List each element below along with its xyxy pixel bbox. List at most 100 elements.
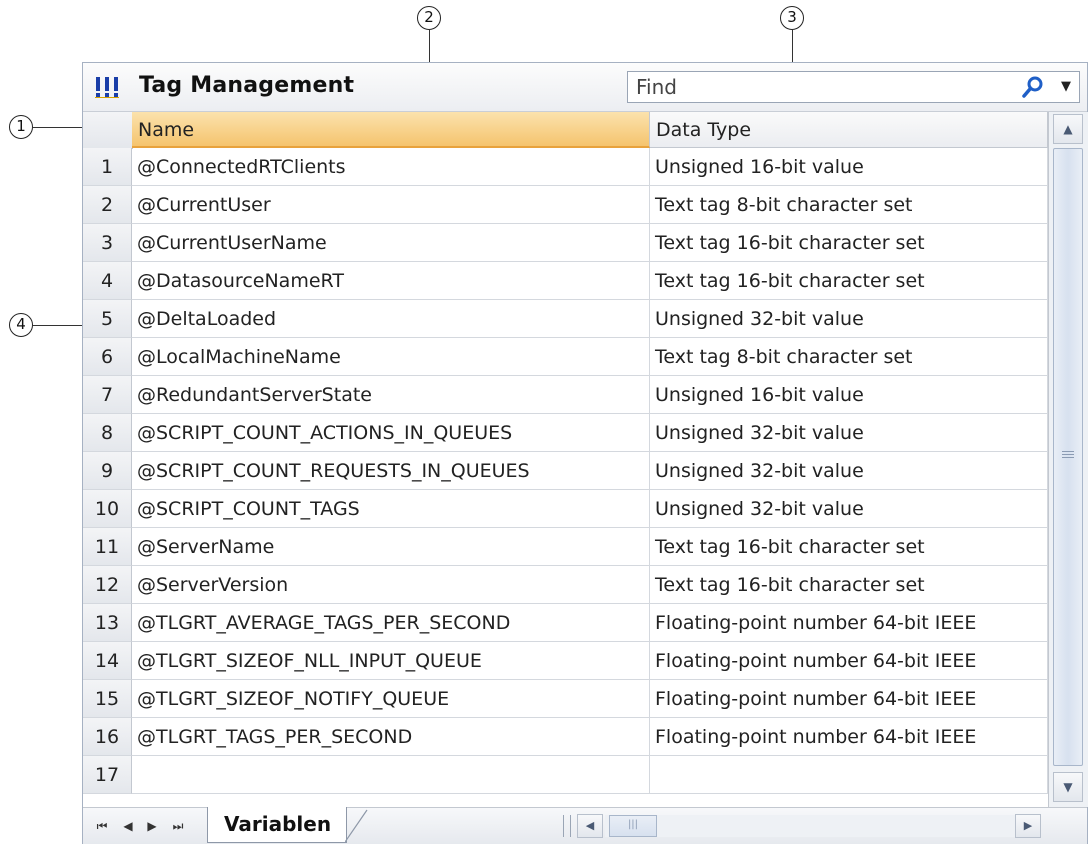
row-number[interactable]: 8 (83, 414, 132, 452)
table-row[interactable]: 13 @TLGRT_AVERAGE_TAGS_PER_SECOND Floati… (83, 604, 1048, 642)
cell-name[interactable]: @TLGRT_TAGS_PER_SECOND (132, 718, 650, 756)
table-row[interactable]: 16 @TLGRT_TAGS_PER_SECOND Floating-point… (83, 718, 1048, 756)
table-row[interactable]: 11 @ServerName Text tag 16-bit character… (83, 528, 1048, 566)
chevron-down-icon[interactable]: ▼ (1056, 76, 1076, 98)
cell-data-type[interactable]: Unsigned 32-bit value (650, 414, 1048, 452)
callout-3: 3 (780, 6, 804, 30)
cell-data-type[interactable]: Text tag 16-bit character set (650, 262, 1048, 300)
cell-data-type[interactable]: Unsigned 32-bit value (650, 300, 1048, 338)
row-number[interactable]: 10 (83, 490, 132, 528)
last-sheet-icon[interactable]: ⏭ (169, 817, 187, 835)
row-number[interactable]: 4 (83, 262, 132, 300)
cell-name[interactable]: @ConnectedRTClients (132, 148, 650, 186)
table-row[interactable]: 5 @DeltaLoaded Unsigned 32-bit value (83, 300, 1048, 338)
cell-data-type[interactable]: Floating-point number 64-bit IEEE (650, 642, 1048, 680)
cell-data-type[interactable] (650, 756, 1048, 794)
cell-name[interactable]: @DatasourceNameRT (132, 262, 650, 300)
cell-name[interactable]: @CurrentUser (132, 186, 650, 224)
cell-name[interactable]: @SCRIPT_COUNT_REQUESTS_IN_QUEUES (132, 452, 650, 490)
row-number[interactable]: 3 (83, 224, 132, 262)
cell-data-type[interactable]: Text tag 16-bit character set (650, 528, 1048, 566)
row-number[interactable]: 1 (83, 148, 132, 186)
title-bar: Tag Management ▼ (83, 63, 1087, 112)
table-row[interactable]: 7 @RedundantServerState Unsigned 16-bit … (83, 376, 1048, 414)
cell-name[interactable]: @SCRIPT_COUNT_ACTIONS_IN_QUEUES (132, 414, 650, 452)
row-number[interactable]: 2 (83, 186, 132, 224)
table-row[interactable]: 9 @SCRIPT_COUNT_REQUESTS_IN_QUEUES Unsig… (83, 452, 1048, 490)
cell-data-type[interactable]: Text tag 8-bit character set (650, 186, 1048, 224)
vertical-scroll-thumb[interactable] (1053, 148, 1083, 766)
row-number[interactable]: 12 (83, 566, 132, 604)
scroll-right-button[interactable]: ▶ (1015, 814, 1041, 838)
cell-data-type[interactable]: Floating-point number 64-bit IEEE (650, 680, 1048, 718)
table-row[interactable]: 6 @LocalMachineName Text tag 8-bit chara… (83, 338, 1048, 376)
cell-name[interactable]: @TLGRT_SIZEOF_NLL_INPUT_QUEUE (132, 642, 650, 680)
table-row[interactable]: 15 @TLGRT_SIZEOF_NOTIFY_QUEUE Floating-p… (83, 680, 1048, 718)
find-input[interactable] (628, 72, 1006, 102)
table-row[interactable]: 8 @SCRIPT_COUNT_ACTIONS_IN_QUEUES Unsign… (83, 414, 1048, 452)
scroll-left-button[interactable]: ◀ (577, 814, 603, 838)
row-number[interactable]: 13 (83, 604, 132, 642)
cell-name[interactable]: @DeltaLoaded (132, 300, 650, 338)
cell-name[interactable]: @ServerName (132, 528, 650, 566)
row-number[interactable]: 7 (83, 376, 132, 414)
row-number[interactable]: 6 (83, 338, 132, 376)
table-row[interactable]: 12 @ServerVersion Text tag 16-bit charac… (83, 566, 1048, 604)
row-number[interactable]: 11 (83, 528, 132, 566)
first-sheet-icon[interactable]: ⏮ (93, 817, 111, 835)
vertical-scrollbar[interactable]: ▲ ▼ (1048, 112, 1088, 807)
window-title: Tag Management (139, 73, 355, 98)
cell-name[interactable]: @SCRIPT_COUNT_TAGS (132, 490, 650, 528)
cell-name[interactable]: @TLGRT_AVERAGE_TAGS_PER_SECOND (132, 604, 650, 642)
cell-name[interactable] (132, 756, 650, 794)
cell-name[interactable]: @LocalMachineName (132, 338, 650, 376)
table-row[interactable]: 2 @CurrentUser Text tag 8-bit character … (83, 186, 1048, 224)
select-all-corner[interactable] (83, 112, 133, 149)
cell-name[interactable]: @ServerVersion (132, 566, 650, 604)
row-number[interactable]: 15 (83, 680, 132, 718)
cell-data-type[interactable]: Floating-point number 64-bit IEEE (650, 718, 1048, 756)
cell-data-type[interactable]: Unsigned 32-bit value (650, 452, 1048, 490)
cell-data-type[interactable]: Floating-point number 64-bit IEEE (650, 604, 1048, 642)
table-row[interactable]: 10 @SCRIPT_COUNT_TAGS Unsigned 32-bit va… (83, 490, 1048, 528)
scroll-split-handle[interactable] (563, 815, 571, 837)
sheet-tab-variablen[interactable]: Variablen (207, 807, 347, 843)
cell-data-type[interactable]: Text tag 8-bit character set (650, 338, 1048, 376)
find-box[interactable]: ▼ (627, 71, 1080, 103)
table-row[interactable]: 17 (83, 756, 1048, 794)
table-row[interactable]: 1 @ConnectedRTClients Unsigned 16-bit va… (83, 148, 1048, 186)
row-number[interactable]: 5 (83, 300, 132, 338)
cell-data-type[interactable]: Unsigned 16-bit value (650, 376, 1048, 414)
scroll-up-button[interactable]: ▲ (1053, 114, 1083, 144)
cell-data-type[interactable]: Text tag 16-bit character set (650, 566, 1048, 604)
table-row[interactable]: 14 @TLGRT_SIZEOF_NLL_INPUT_QUEUE Floatin… (83, 642, 1048, 680)
tag-table: Name Data Type 1 @ConnectedRTClients Uns… (83, 112, 1048, 807)
cell-data-type[interactable]: Unsigned 16-bit value (650, 148, 1048, 186)
horizontal-scrollbar[interactable] (605, 815, 1041, 837)
tag-management-icon (95, 77, 119, 98)
row-number[interactable]: 17 (83, 756, 132, 794)
table-row[interactable]: 3 @CurrentUserName Text tag 16-bit chara… (83, 224, 1048, 262)
tag-management-window: Tag Management ▼ Name Data Type 1 @Conne… (82, 62, 1088, 844)
table-row[interactable]: 4 @DatasourceNameRT Text tag 16-bit char… (83, 262, 1048, 300)
horizontal-scroll-thumb[interactable]: ||| (609, 815, 657, 837)
row-number[interactable]: 9 (83, 452, 132, 490)
column-header-data-type[interactable]: Data Type (650, 112, 1048, 148)
scroll-down-button[interactable]: ▼ (1053, 772, 1083, 802)
row-number[interactable]: 16 (83, 718, 132, 756)
row-number[interactable]: 14 (83, 642, 132, 680)
cell-name[interactable]: @RedundantServerState (132, 376, 650, 414)
sheet-bar: ⏮ ◀ ▶ ⏭ Variablen ◀ ||| ▶ (83, 807, 1087, 844)
cell-data-type[interactable]: Text tag 16-bit character set (650, 224, 1048, 262)
callout-1: 1 (9, 115, 33, 139)
callout-2: 2 (417, 6, 441, 30)
prev-sheet-icon[interactable]: ◀ (119, 817, 137, 835)
cell-name[interactable]: @TLGRT_SIZEOF_NOTIFY_QUEUE (132, 680, 650, 718)
tab-edge (345, 809, 368, 843)
cell-name[interactable]: @CurrentUserName (132, 224, 650, 262)
next-sheet-icon[interactable]: ▶ (143, 817, 161, 835)
cell-data-type[interactable]: Unsigned 32-bit value (650, 490, 1048, 528)
search-icon[interactable] (1020, 75, 1046, 99)
column-header-name[interactable]: Name (132, 112, 650, 148)
sheet-tab-label: Variablen (224, 812, 332, 836)
